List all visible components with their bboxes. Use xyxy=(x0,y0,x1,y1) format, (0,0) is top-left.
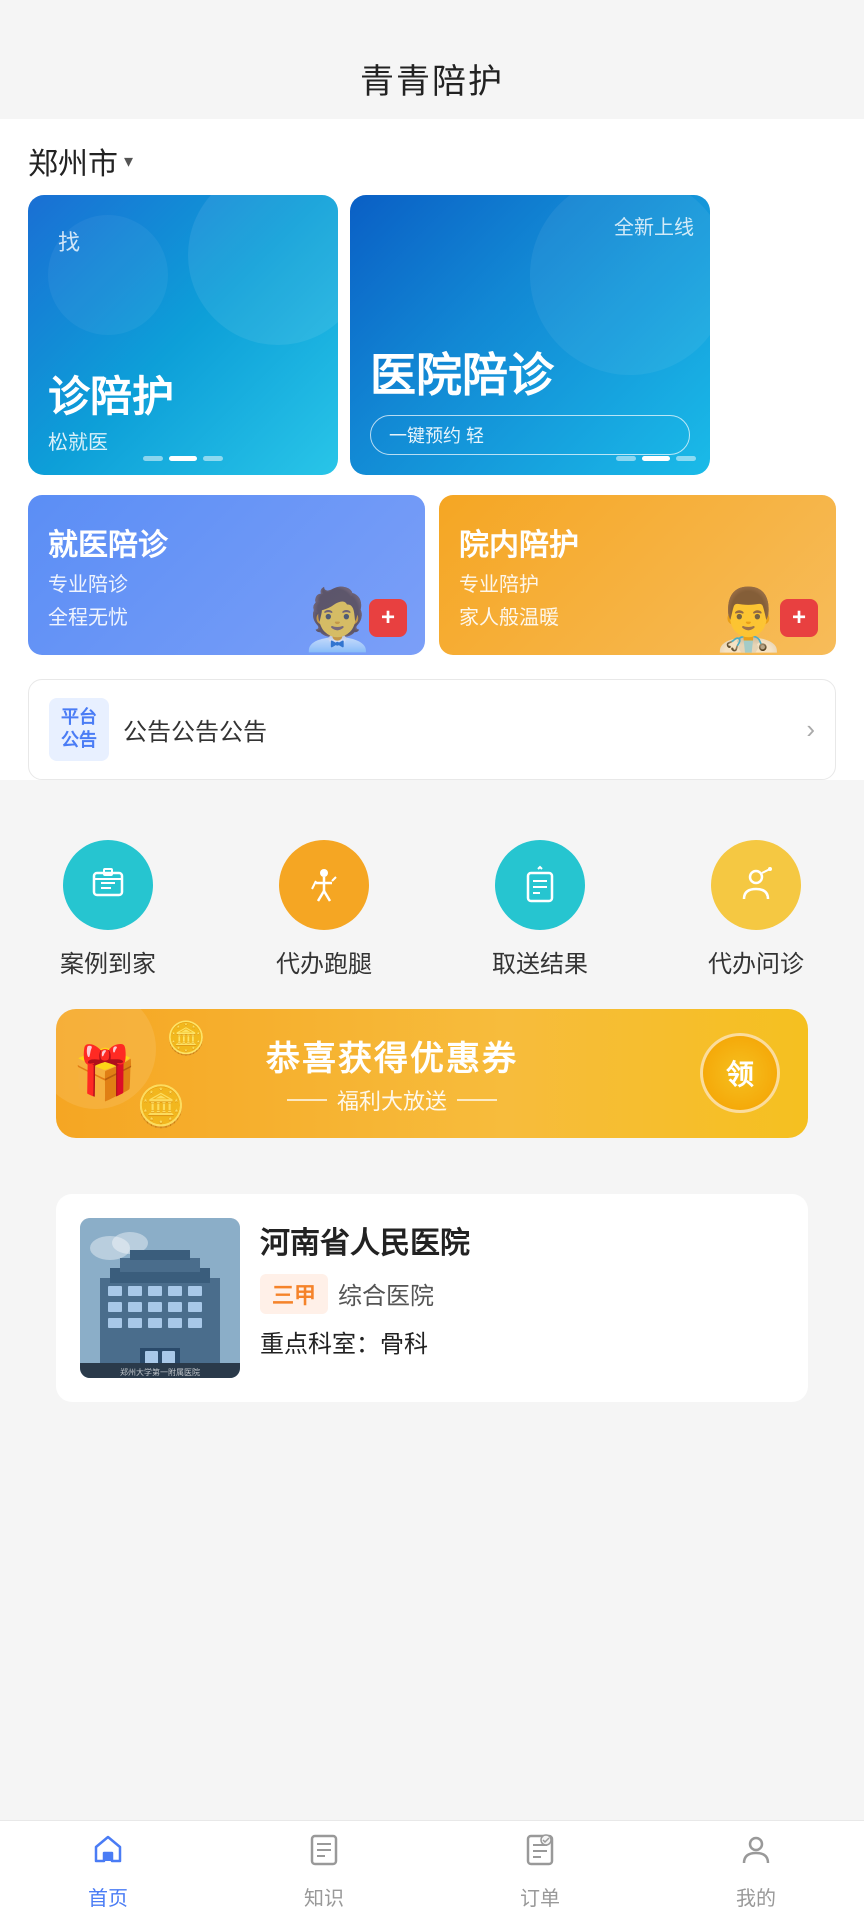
announcement-bar[interactable]: 平台 公告 公告公告公告 › xyxy=(28,679,836,780)
service-card-2-figure: 👨‍⚕️ xyxy=(711,584,786,655)
announcement-arrow: › xyxy=(806,714,815,745)
nav-item-mine[interactable]: 我的 xyxy=(648,1831,864,1911)
banner2-btn[interactable]: 一键预约 轻 xyxy=(370,415,690,455)
nav-item-orders[interactable]: 订单 xyxy=(432,1831,648,1911)
status-bar xyxy=(0,0,864,44)
coupon-section: 🎁 🪙 🪙 恭喜获得优惠券 福利大放送 领 xyxy=(0,1009,864,1194)
service-card-2-title: 院内陪护 xyxy=(459,520,816,564)
app-title: 青青陪护 xyxy=(0,54,864,103)
redcross-badge-1: + xyxy=(369,599,407,637)
service-card-1-figure: 🧑‍💼 xyxy=(300,584,375,655)
dot-1 xyxy=(143,456,163,461)
nav-item-knowledge[interactable]: 知识 xyxy=(216,1831,432,1911)
quick-item-3[interactable]: 取送结果 xyxy=(492,840,588,979)
hospital-card[interactable]: 郑州大学第一附属医院 河南省人民医院 三甲 综合医院 重点科室：骨科 xyxy=(56,1194,808,1402)
quick-label-2: 代办跑腿 xyxy=(276,944,372,979)
coupon-dash-right xyxy=(457,1099,497,1101)
redcross-badge-2: + xyxy=(780,599,818,637)
profile-icon xyxy=(738,1831,774,1876)
coupon-main-text: 恭喜获得优惠券 xyxy=(84,1031,700,1080)
quick-item-2[interactable]: 代办跑腿 xyxy=(276,840,372,979)
orders-icon xyxy=(522,1831,558,1876)
quick-icon-3[interactable] xyxy=(495,840,585,930)
hospital-name: 河南省人民医院 xyxy=(260,1218,784,1262)
coupon-text-block: 恭喜获得优惠券 福利大放送 xyxy=(84,1031,700,1116)
hospital-image: 郑州大学第一附属医院 xyxy=(80,1218,240,1378)
nav-item-home[interactable]: 首页 xyxy=(0,1831,216,1911)
knowledge-icon xyxy=(306,1831,342,1876)
announcement-tag-line1: 平台 xyxy=(61,706,97,729)
city-name[interactable]: 郑州市 xyxy=(28,139,118,183)
banner2-newtag: 全新上线 xyxy=(614,211,694,240)
quick-label-3: 取送结果 xyxy=(492,944,588,979)
banner-wrapper: 找 诊陪护 松就医 全新上线 医院陪诊 一键预约 轻 xyxy=(28,195,836,475)
service-card-hospital[interactable]: 院内陪护 专业陪护 家人般温暖 + 👨‍⚕️ xyxy=(439,495,836,655)
announcement-text: 公告公告公告 xyxy=(123,712,792,747)
city-selector[interactable]: 郑州市 ▾ xyxy=(0,119,864,195)
banner-item-1[interactable]: 找 诊陪护 松就医 xyxy=(28,195,338,475)
service-card-1-title: 就医陪诊 xyxy=(48,520,405,564)
quick-icon-1[interactable] xyxy=(63,840,153,930)
hospital-type: 综合医院 xyxy=(338,1276,434,1311)
errand-icon xyxy=(302,863,346,907)
nav-label-home: 首页 xyxy=(88,1882,128,1911)
delivery-icon xyxy=(518,863,562,907)
banner2-title: 医院陪诊 xyxy=(370,339,690,405)
city-dropdown-arrow[interactable]: ▾ xyxy=(124,151,133,172)
dot-r3 xyxy=(676,456,696,461)
banner1-dots xyxy=(143,456,223,461)
hospital-tags: 三甲 综合医院 xyxy=(260,1274,784,1314)
hospital-dept-value: 骨科 xyxy=(380,1331,428,1358)
quick-label-4: 代办问诊 xyxy=(708,944,804,979)
quick-icon-4[interactable] xyxy=(711,840,801,930)
nav-label-knowledge: 知识 xyxy=(304,1882,344,1911)
quick-icon-2[interactable] xyxy=(279,840,369,930)
hospital-building-svg: 郑州大学第一附属医院 xyxy=(80,1218,240,1378)
service-card-medical[interactable]: 就医陪诊 专业陪诊 全程无忧 + 🧑‍💼 xyxy=(28,495,425,655)
svg-text:郑州大学第一附属医院: 郑州大学第一附属医院 xyxy=(120,1367,200,1377)
hospital-info: 河南省人民医院 三甲 综合医院 重点科室：骨科 xyxy=(260,1218,784,1359)
announcement-tag: 平台 公告 xyxy=(49,698,109,761)
bottom-nav: 首页 知识 订单 xyxy=(0,1820,864,1920)
banner2-dots xyxy=(616,456,696,461)
coupon-claim-button[interactable]: 领 xyxy=(700,1033,780,1113)
nav-label-orders: 订单 xyxy=(520,1882,560,1911)
banner-container: 找 诊陪护 松就医 全新上线 医院陪诊 一键预约 轻 xyxy=(0,195,864,495)
nav-label-mine: 我的 xyxy=(736,1882,776,1911)
banner1-prefix: 找 xyxy=(58,225,80,257)
app-header: 青青陪护 xyxy=(0,44,864,119)
dot-3 xyxy=(203,456,223,461)
consult-icon xyxy=(734,863,778,907)
quick-item-4[interactable]: 代办问诊 xyxy=(708,840,804,979)
dot-2 xyxy=(169,456,197,461)
quick-item-1[interactable]: 案例到家 xyxy=(60,840,156,979)
quick-label-1: 案例到家 xyxy=(60,944,156,979)
dot-r1 xyxy=(616,456,636,461)
dot-r2 xyxy=(642,456,670,461)
service-cards: 就医陪诊 专业陪诊 全程无忧 + 🧑‍💼 院内陪护 专业陪护 家人般温暖 + 👨… xyxy=(0,495,864,679)
announcement-tag-line2: 公告 xyxy=(61,729,97,752)
home-icon xyxy=(90,1831,126,1876)
banner1-sub: 松就医 xyxy=(48,426,318,455)
main-content: 郑州市 ▾ 找 诊陪护 松就医 全新上线 医院陪诊 一 xyxy=(0,119,864,780)
quick-menu: 案例到家 代办跑腿 取送结果 xyxy=(0,804,864,1009)
hospital-level-tag: 三甲 xyxy=(260,1274,328,1314)
coupon-sub-row: 福利大放送 xyxy=(84,1084,700,1116)
hospital-dept: 重点科室：骨科 xyxy=(260,1324,784,1359)
case-icon xyxy=(86,863,130,907)
coupon-banner[interactable]: 🎁 🪙 🪙 恭喜获得优惠券 福利大放送 领 xyxy=(56,1009,808,1138)
hospital-dept-label: 重点科室： xyxy=(260,1331,380,1358)
banner-item-2[interactable]: 全新上线 医院陪诊 一键预约 轻 xyxy=(350,195,710,475)
coupon-sub-text: 福利大放送 xyxy=(337,1084,447,1116)
banner1-title: 诊陪护 xyxy=(48,374,318,420)
hospital-section-wrapper: 郑州大学第一附属医院 河南省人民医院 三甲 综合医院 重点科室：骨科 xyxy=(0,1194,864,1612)
coupon-dash-left xyxy=(287,1099,327,1101)
